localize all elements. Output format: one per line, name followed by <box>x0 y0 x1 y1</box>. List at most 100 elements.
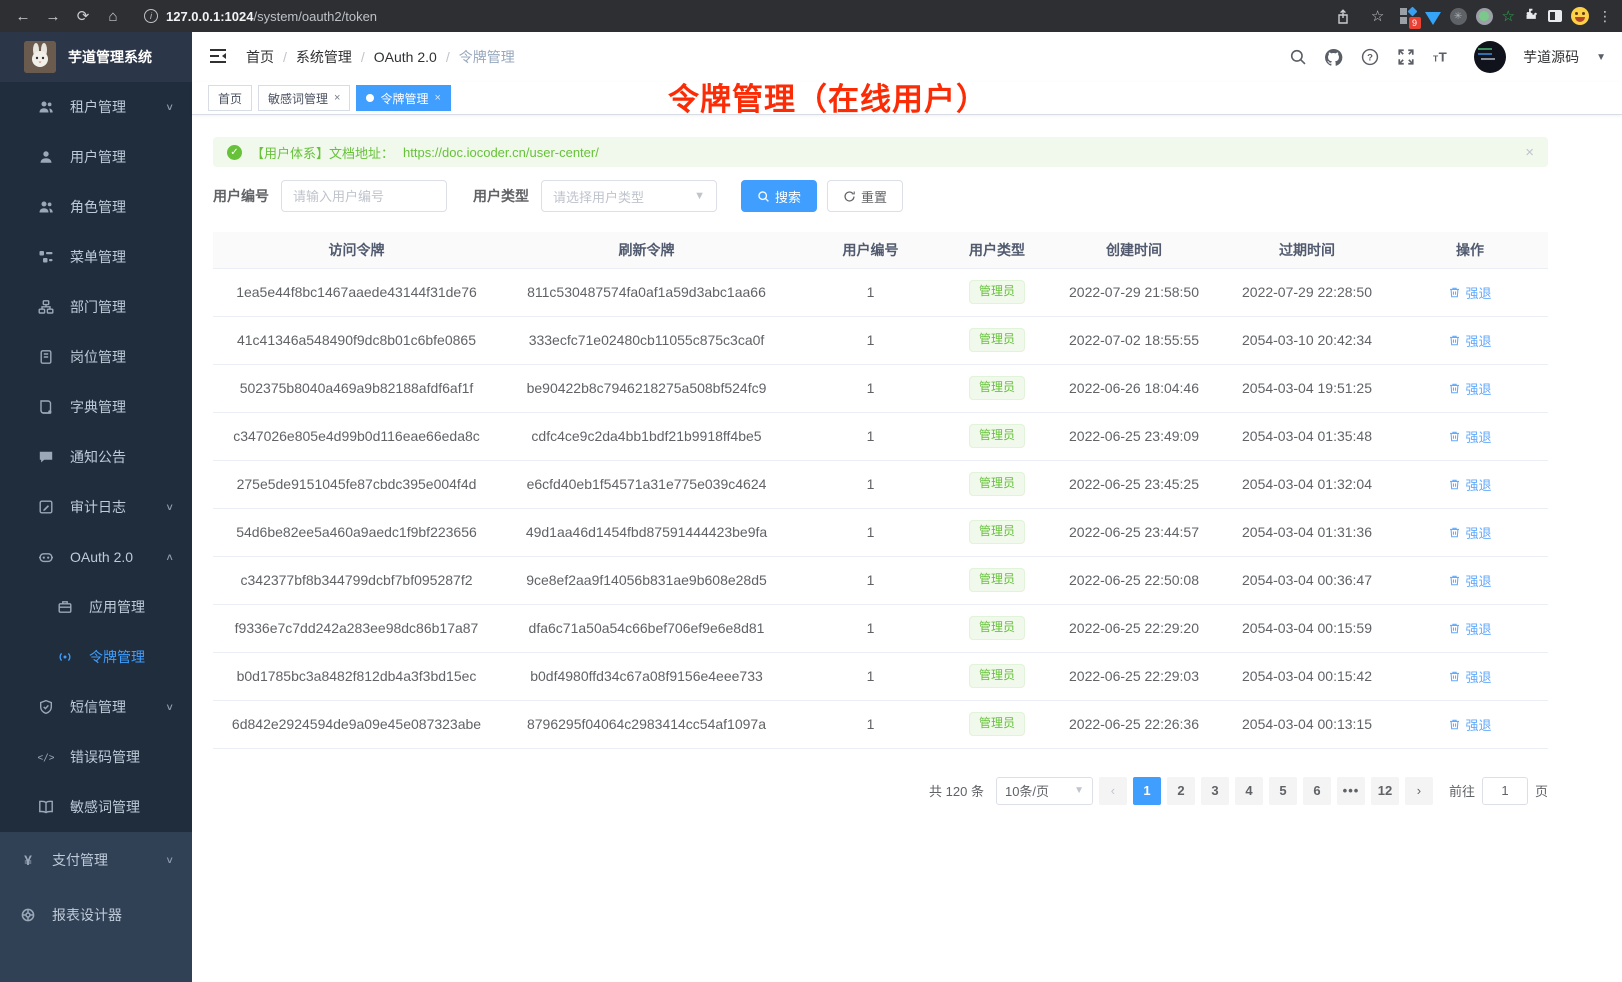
user-menu-caret-icon[interactable]: ▼ <box>1596 52 1606 63</box>
sidebar-item-error-code[interactable]: </>错误码管理 <box>0 732 192 782</box>
tab-首页[interactable]: 首页 <box>208 85 252 111</box>
user-type-select[interactable]: 请选择用户类型 ▼ <box>541 180 717 212</box>
green-star-extension-icon[interactable]: ☆ <box>1502 7 1515 25</box>
fullscreen-icon[interactable] <box>1396 48 1415 67</box>
sidebar-item-menu[interactable]: 菜单管理 <box>0 232 192 282</box>
tab-close-icon[interactable]: × <box>434 92 440 104</box>
extension-grid-icon[interactable]: 9 <box>1400 8 1416 24</box>
profile-avatar-icon[interactable] <box>1571 7 1589 25</box>
svg-text:</>: </> <box>38 753 54 764</box>
browser-menu-icon[interactable]: ⋮ <box>1598 8 1612 25</box>
help-icon[interactable]: ? <box>1360 48 1379 67</box>
reset-button[interactable]: 重置 <box>827 180 903 212</box>
force-logout-button[interactable]: 强退 <box>1448 331 1491 350</box>
force-logout-button[interactable]: 强退 <box>1448 715 1491 734</box>
search-button[interactable]: 搜索 <box>741 180 817 212</box>
page-button-5[interactable]: 5 <box>1269 777 1297 805</box>
force-logout-button[interactable]: 强退 <box>1448 475 1491 494</box>
goto-page-input[interactable] <box>1482 777 1528 805</box>
green-dot-extension-icon[interactable] <box>1476 8 1493 25</box>
page-button-2[interactable]: 2 <box>1167 777 1195 805</box>
force-logout-button[interactable]: 强退 <box>1448 523 1491 542</box>
sidebar-item-pay[interactable]: ¥支付管理∨ <box>0 832 192 887</box>
breadcrumb-item-2[interactable]: OAuth 2.0 <box>374 49 437 65</box>
force-logout-button[interactable]: 强退 <box>1448 571 1491 590</box>
expire-time-cell: 2054-03-10 20:42:34 <box>1222 316 1392 364</box>
refresh-token-cell: 9ce8ef2aa9f14056b831ae9b608e28d5 <box>500 556 793 604</box>
alert-close-icon[interactable]: × <box>1525 144 1534 161</box>
sidebar-item-oauth2-token[interactable]: 令牌管理 <box>0 632 192 682</box>
sidebar-item-dept[interactable]: 部门管理 <box>0 282 192 332</box>
user-id-input[interactable] <box>281 180 447 212</box>
sidebar-item-report[interactable]: 报表设计器 <box>0 887 192 942</box>
sidebar-item-audit-log[interactable]: 审计日志∨ <box>0 482 192 532</box>
page-button-6[interactable]: 6 <box>1303 777 1331 805</box>
page-button-12[interactable]: 12 <box>1371 777 1399 805</box>
sidebar-item-dict[interactable]: 字典管理 <box>0 382 192 432</box>
page-button-4[interactable]: 4 <box>1235 777 1263 805</box>
prev-page-button[interactable]: ‹ <box>1099 777 1127 805</box>
create-time-cell: 2022-06-25 22:50:08 <box>1046 556 1222 604</box>
reset-button-icon <box>843 190 856 203</box>
bookmark-star-icon[interactable]: ☆ <box>1365 4 1391 28</box>
breadcrumb-item-1[interactable]: 系统管理 <box>296 47 352 67</box>
doc-alert: ✓ 【用户体系】文档地址： https://doc.iocoder.cn/use… <box>213 137 1548 167</box>
extensions-puzzle-icon[interactable] <box>1524 7 1539 25</box>
sidebar-collapse-icon[interactable] <box>208 46 230 68</box>
browser-reload-icon[interactable]: ⟳ <box>70 4 96 28</box>
svg-text:¥: ¥ <box>24 852 32 868</box>
tab-close-icon[interactable]: × <box>334 92 340 104</box>
user-icon <box>38 149 54 165</box>
sms-icon <box>38 699 54 715</box>
browser-back-icon[interactable]: ← <box>10 4 36 28</box>
force-logout-button[interactable]: 强退 <box>1448 283 1491 302</box>
sidebar-item-post[interactable]: 岗位管理 <box>0 332 192 382</box>
page-button-3[interactable]: 3 <box>1201 777 1229 805</box>
search-icon[interactable] <box>1288 48 1307 67</box>
sidebar-item-role[interactable]: 角色管理 <box>0 182 192 232</box>
address-bar[interactable]: i 127.0.0.1:1024/system/oauth2/token <box>144 9 1326 24</box>
user-id-label: 用户编号 <box>213 186 269 206</box>
page-button-1[interactable]: 1 <box>1133 777 1161 805</box>
tab-令牌管理[interactable]: 令牌管理× <box>356 85 450 111</box>
refresh-token-cell: b0df4980ffd34c67a08f9156e4eee733 <box>500 652 793 700</box>
browser-home-icon[interactable]: ⌂ <box>100 4 126 28</box>
app-logo-row[interactable]: 芋道管理系统 <box>0 32 192 82</box>
action-cell: 强退 <box>1392 652 1548 700</box>
role-icon <box>38 199 54 215</box>
tab-group-icon[interactable] <box>1548 10 1562 22</box>
sidebar-item-oauth2[interactable]: OAuth 2.0∧ <box>0 532 192 582</box>
force-logout-button[interactable]: 强退 <box>1448 379 1491 398</box>
browser-forward-icon[interactable]: → <box>40 4 66 28</box>
user-avatar[interactable] <box>1474 41 1506 73</box>
expire-time-cell: 2054-03-04 19:51:25 <box>1222 364 1392 412</box>
page-size-select[interactable]: 10条/页 ▼ <box>996 777 1093 805</box>
force-logout-button[interactable]: 强退 <box>1448 427 1491 446</box>
sidebar-item-oauth2-app[interactable]: 应用管理 <box>0 582 192 632</box>
force-logout-button[interactable]: 强退 <box>1448 619 1491 638</box>
sidebar-item-label: 通知公告 <box>70 447 126 467</box>
user-type-cell: 管理员 <box>948 556 1046 604</box>
dark-extension-icon[interactable]: ✳ <box>1450 8 1467 25</box>
refresh-token-cell: 811c530487574fa0af1a59d3abc1aa66 <box>500 268 793 316</box>
gem-extension-icon[interactable] <box>1425 12 1441 25</box>
user-type-badge: 管理员 <box>969 568 1025 592</box>
sidebar-item-tenant[interactable]: 租户管理∨ <box>0 82 192 132</box>
share-icon[interactable] <box>1330 4 1356 28</box>
tab-敏感词管理[interactable]: 敏感词管理× <box>258 85 350 111</box>
sidebar-item-notice[interactable]: 通知公告 <box>0 432 192 482</box>
sidebar-item-user[interactable]: 用户管理 <box>0 132 192 182</box>
github-icon[interactable] <box>1324 48 1343 67</box>
user-type-badge: 管理员 <box>969 328 1025 352</box>
next-page-button[interactable]: › <box>1405 777 1433 805</box>
sidebar-item-sensitive-word[interactable]: 敏感词管理 <box>0 782 192 832</box>
site-info-icon[interactable]: i <box>144 9 158 23</box>
force-logout-button[interactable]: 强退 <box>1448 667 1491 686</box>
breadcrumb-item-0[interactable]: 首页 <box>246 47 274 67</box>
sidebar-item-sms[interactable]: 短信管理∨ <box>0 682 192 732</box>
chevron-down-icon: ∨ <box>165 854 174 865</box>
action-cell: 强退 <box>1392 604 1548 652</box>
alert-doc-link[interactable]: https://doc.iocoder.cn/user-center/ <box>403 145 599 160</box>
font-size-icon[interactable]: TT <box>1432 48 1451 67</box>
pagination-ellipsis[interactable]: ••• <box>1337 777 1365 805</box>
